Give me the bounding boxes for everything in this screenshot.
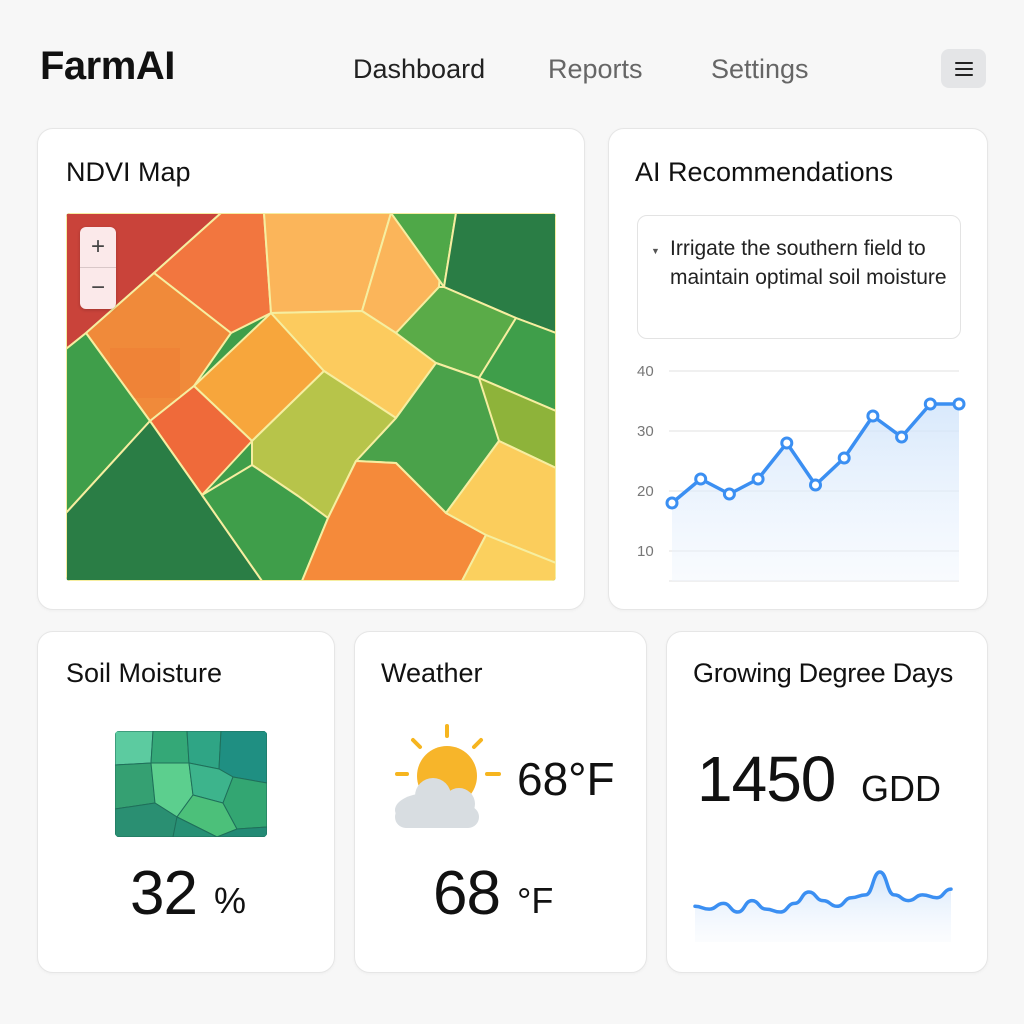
nav-reports[interactable]: Reports — [548, 54, 643, 85]
chart-data-point — [866, 409, 880, 423]
chart-data-point — [751, 472, 765, 486]
ndvi-map-title: NDVI Map — [66, 157, 191, 187]
menu-button[interactable] — [941, 49, 986, 88]
y-tick-label: 40 — [637, 363, 654, 380]
nav-dashboard[interactable]: Dashboard — [353, 54, 485, 85]
gdd-title: Growing Degree Days — [693, 658, 953, 688]
map-zoom-control: + − — [80, 227, 116, 309]
soil-moisture-value: 32 — [130, 859, 198, 928]
gdd-value: 1450 — [697, 743, 836, 815]
ndvi-map-card: NDVI Map + − — [37, 128, 585, 610]
caret-down-icon: ▼ — [651, 246, 660, 256]
chart-data-point — [722, 487, 736, 501]
chart-data-point — [952, 397, 966, 411]
chart-data-point — [694, 472, 708, 486]
zoom-out-button[interactable]: − — [80, 268, 116, 308]
nav-settings[interactable]: Settings — [711, 54, 809, 85]
recommendation-line-chart: 10 20 30 40 — [637, 363, 966, 582]
soil-moisture-map[interactable] — [115, 731, 267, 837]
chart-data-point — [665, 496, 679, 510]
top-header: FarmAI Dashboard Reports Settings — [0, 0, 1024, 130]
hamburger-menu-icon — [954, 61, 973, 76]
chart-data-point — [780, 436, 794, 450]
recommendation-item[interactable]: ▼ Irrigate the southern field to maintai… — [637, 215, 961, 339]
y-tick-label: 20 — [637, 483, 654, 500]
soil-moisture-unit: % — [214, 880, 247, 921]
chart-data-point — [837, 451, 851, 465]
recommendation-text: Irrigate the southern field to maintain … — [670, 237, 947, 289]
ai-recommendations-card: AI Recommendations ▼ Irrigate the southe… — [608, 128, 988, 610]
soil-moisture-title: Soil Moisture — [66, 658, 223, 688]
chart-data-point — [923, 397, 937, 411]
chart-data-point — [895, 430, 909, 444]
gdd-unit: GDD — [861, 768, 941, 809]
ndvi-map[interactable] — [66, 213, 556, 581]
weather-temperature: 68°F — [517, 753, 615, 805]
weather-title: Weather — [381, 658, 483, 688]
partly-cloudy-icon — [395, 724, 501, 828]
zoom-in-button[interactable]: + — [80, 227, 116, 268]
chart-data-point — [809, 478, 822, 492]
soil-moisture-card: Soil Moisture 32 % — [37, 631, 335, 973]
weather-card: Weather 68°F 68 °F — [354, 631, 647, 973]
sparkline-area-fill — [695, 872, 951, 942]
weather-unit: °F — [517, 880, 554, 921]
gdd-sparkline — [693, 870, 953, 942]
ai-recommendations-title: AI Recommendations — [635, 157, 894, 187]
brand-logo[interactable]: FarmAI — [40, 44, 175, 89]
weather-value: 68 — [433, 859, 501, 928]
growing-degree-days-card: Growing Degree Days 1450 GDD — [666, 631, 988, 973]
y-tick-label: 10 — [637, 543, 654, 560]
y-tick-label: 30 — [637, 423, 654, 440]
